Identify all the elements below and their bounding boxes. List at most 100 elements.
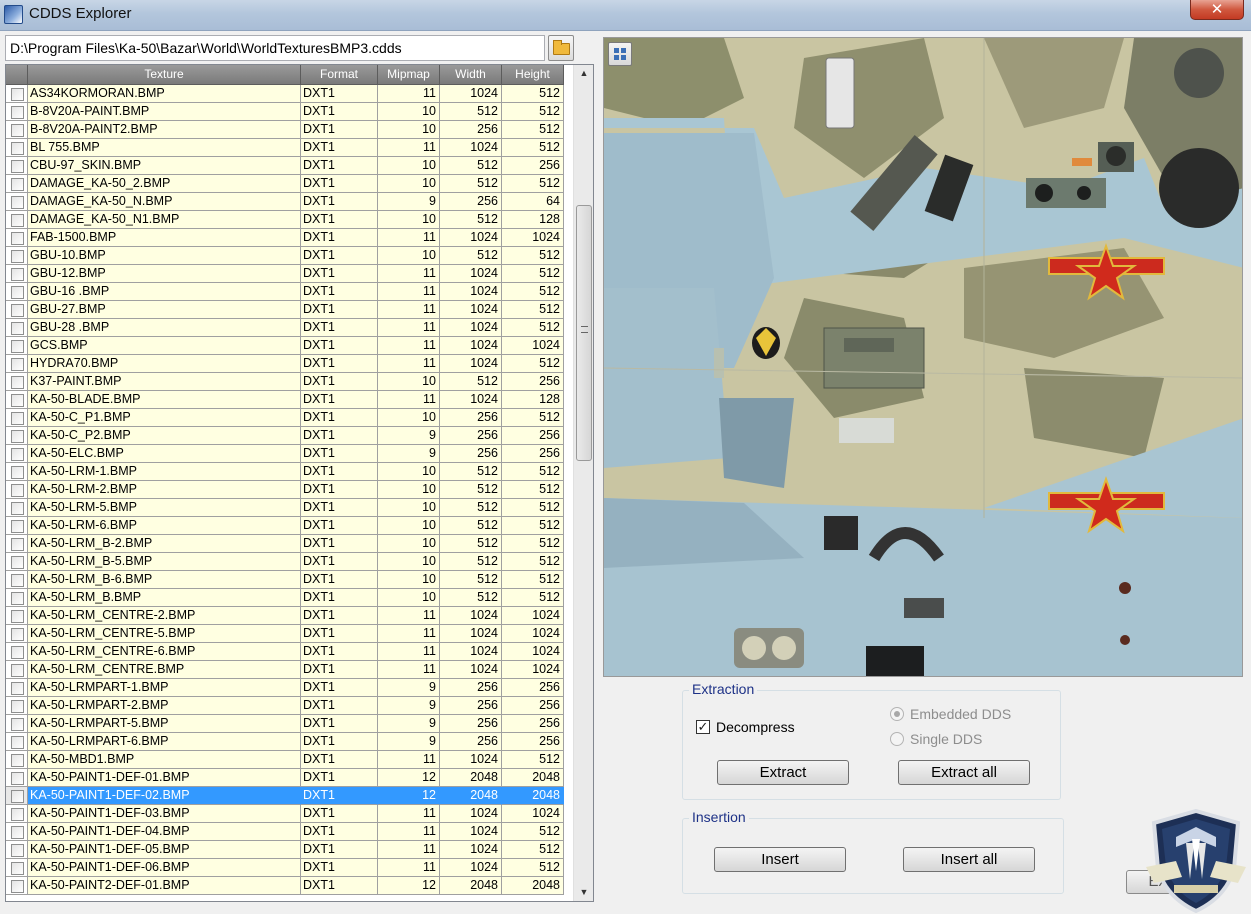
table-row[interactable]: KA-50-PAINT1-DEF-03.BMP DXT1 11 1024 1024	[6, 805, 572, 823]
table-row[interactable]: GCS.BMP DXT1 11 1024 1024	[6, 337, 572, 355]
table-row[interactable]: GBU-12.BMP DXT1 11 1024 512	[6, 265, 572, 283]
row-checkbox[interactable]	[11, 376, 24, 389]
row-checkbox[interactable]	[11, 358, 24, 371]
extract-all-button[interactable]: Extract all	[898, 760, 1030, 785]
row-checkbox[interactable]	[11, 790, 24, 803]
column-header-width[interactable]: Width	[440, 65, 502, 85]
table-row[interactable]: KA-50-LRM_B-6.BMP DXT1 10 512 512	[6, 571, 572, 589]
open-file-button[interactable]	[548, 35, 574, 61]
vertical-scrollbar[interactable]: ▲ ▼	[573, 65, 593, 901]
table-row[interactable]: KA-50-LRM_CENTRE-6.BMP DXT1 11 1024 1024	[6, 643, 572, 661]
table-row[interactable]: BL 755.BMP DXT1 11 1024 512	[6, 139, 572, 157]
column-header-mipmap[interactable]: Mipmap	[378, 65, 440, 85]
header-checkbox-column[interactable]	[6, 65, 28, 85]
table-row[interactable]: CBU-97_SKIN.BMP DXT1 10 512 256	[6, 157, 572, 175]
scroll-thumb[interactable]	[576, 205, 592, 461]
table-row[interactable]: KA-50-PAINT1-DEF-01.BMP DXT1 12 2048 2048	[6, 769, 572, 787]
row-checkbox[interactable]	[11, 664, 24, 677]
row-checkbox[interactable]	[11, 736, 24, 749]
table-row[interactable]: KA-50-LRM-2.BMP DXT1 10 512 512	[6, 481, 572, 499]
row-checkbox[interactable]	[11, 268, 24, 281]
row-checkbox[interactable]	[11, 88, 24, 101]
embedded-dds-radio[interactable]	[890, 707, 904, 721]
row-checkbox[interactable]	[11, 394, 24, 407]
row-checkbox[interactable]	[11, 322, 24, 335]
table-row[interactable]: GBU-16 .BMP DXT1 11 1024 512	[6, 283, 572, 301]
row-checkbox[interactable]	[11, 538, 24, 551]
column-header-height[interactable]: Height	[502, 65, 564, 85]
row-checkbox[interactable]	[11, 304, 24, 317]
table-row[interactable]: KA-50-PAINT1-DEF-02.BMP DXT1 12 2048 2048	[6, 787, 572, 805]
row-checkbox[interactable]	[11, 178, 24, 191]
decompress-checkbox[interactable]: ✓	[696, 720, 710, 734]
table-row[interactable]: K37-PAINT.BMP DXT1 10 512 256	[6, 373, 572, 391]
table-row[interactable]: KA-50-C_P2.BMP DXT1 9 256 256	[6, 427, 572, 445]
table-row[interactable]: KA-50-PAINT1-DEF-04.BMP DXT1 11 1024 512	[6, 823, 572, 841]
row-checkbox[interactable]	[11, 430, 24, 443]
row-checkbox[interactable]	[11, 628, 24, 641]
table-row[interactable]: KA-50-LRMPART-2.BMP DXT1 9 256 256	[6, 697, 572, 715]
row-checkbox[interactable]	[11, 808, 24, 821]
table-row[interactable]: KA-50-LRMPART-1.BMP DXT1 9 256 256	[6, 679, 572, 697]
row-checkbox[interactable]	[11, 106, 24, 119]
row-checkbox[interactable]	[11, 286, 24, 299]
table-row[interactable]: KA-50-PAINT1-DEF-05.BMP DXT1 11 1024 512	[6, 841, 572, 859]
row-checkbox[interactable]	[11, 214, 24, 227]
row-checkbox[interactable]	[11, 466, 24, 479]
row-checkbox[interactable]	[11, 412, 24, 425]
row-checkbox[interactable]	[11, 160, 24, 173]
table-row[interactable]: KA-50-LRM_B-5.BMP DXT1 10 512 512	[6, 553, 572, 571]
table-row[interactable]: B-8V20A-PAINT.BMP DXT1 10 512 512	[6, 103, 572, 121]
row-checkbox[interactable]	[11, 700, 24, 713]
scroll-down-icon[interactable]: ▼	[574, 884, 593, 901]
row-checkbox[interactable]	[11, 844, 24, 857]
table-row[interactable]: GBU-27.BMP DXT1 11 1024 512	[6, 301, 572, 319]
row-checkbox[interactable]	[11, 610, 24, 623]
table-row[interactable]: FAB-1500.BMP DXT1 11 1024 1024	[6, 229, 572, 247]
table-row[interactable]: AS34KORMORAN.BMP DXT1 11 1024 512	[6, 85, 572, 103]
row-checkbox[interactable]	[11, 502, 24, 515]
preview-toggle-button[interactable]	[608, 42, 632, 66]
table-row[interactable]: GBU-28 .BMP DXT1 11 1024 512	[6, 319, 572, 337]
row-checkbox[interactable]	[11, 754, 24, 767]
row-checkbox[interactable]	[11, 520, 24, 533]
column-header-texture[interactable]: Texture	[28, 65, 301, 85]
row-checkbox[interactable]	[11, 196, 24, 209]
row-checkbox[interactable]	[11, 124, 24, 137]
table-row[interactable]: KA-50-LRM_CENTRE.BMP DXT1 11 1024 1024	[6, 661, 572, 679]
table-row[interactable]: DAMAGE_KA-50_N1.BMP DXT1 10 512 128	[6, 211, 572, 229]
row-checkbox[interactable]	[11, 646, 24, 659]
row-checkbox[interactable]	[11, 232, 24, 245]
row-checkbox[interactable]	[11, 862, 24, 875]
table-row[interactable]: KA-50-MBD1.BMP DXT1 11 1024 512	[6, 751, 572, 769]
table-row[interactable]: KA-50-C_P1.BMP DXT1 10 256 512	[6, 409, 572, 427]
table-row[interactable]: KA-50-BLADE.BMP DXT1 11 1024 128	[6, 391, 572, 409]
row-checkbox[interactable]	[11, 718, 24, 731]
row-checkbox[interactable]	[11, 592, 24, 605]
row-checkbox[interactable]	[11, 484, 24, 497]
row-checkbox[interactable]	[11, 556, 24, 569]
row-checkbox[interactable]	[11, 682, 24, 695]
row-checkbox[interactable]	[11, 880, 24, 893]
table-row[interactable]: KA-50-ELC.BMP DXT1 9 256 256	[6, 445, 572, 463]
table-row[interactable]: KA-50-LRM-6.BMP DXT1 10 512 512	[6, 517, 572, 535]
table-row[interactable]: DAMAGE_KA-50_2.BMP DXT1 10 512 512	[6, 175, 572, 193]
row-checkbox[interactable]	[11, 340, 24, 353]
table-row[interactable]: GBU-10.BMP DXT1 10 512 512	[6, 247, 572, 265]
table-row[interactable]: KA-50-LRM_CENTRE-5.BMP DXT1 11 1024 1024	[6, 625, 572, 643]
insert-button[interactable]: Insert	[714, 847, 846, 872]
row-checkbox[interactable]	[11, 772, 24, 785]
extract-button[interactable]: Extract	[717, 760, 849, 785]
column-header-format[interactable]: Format	[301, 65, 378, 85]
single-dds-radio[interactable]	[890, 732, 904, 746]
insert-all-button[interactable]: Insert all	[903, 847, 1035, 872]
table-row[interactable]: KA-50-LRM_B-2.BMP DXT1 10 512 512	[6, 535, 572, 553]
row-checkbox[interactable]	[11, 250, 24, 263]
close-button[interactable]: ✕	[1190, 0, 1244, 20]
scroll-up-icon[interactable]: ▲	[574, 65, 593, 82]
table-row[interactable]: DAMAGE_KA-50_N.BMP DXT1 9 256 64	[6, 193, 572, 211]
table-row[interactable]: KA-50-LRMPART-5.BMP DXT1 9 256 256	[6, 715, 572, 733]
table-row[interactable]: KA-50-LRM-1.BMP DXT1 10 512 512	[6, 463, 572, 481]
table-row[interactable]: HYDRA70.BMP DXT1 11 1024 512	[6, 355, 572, 373]
row-checkbox[interactable]	[11, 574, 24, 587]
